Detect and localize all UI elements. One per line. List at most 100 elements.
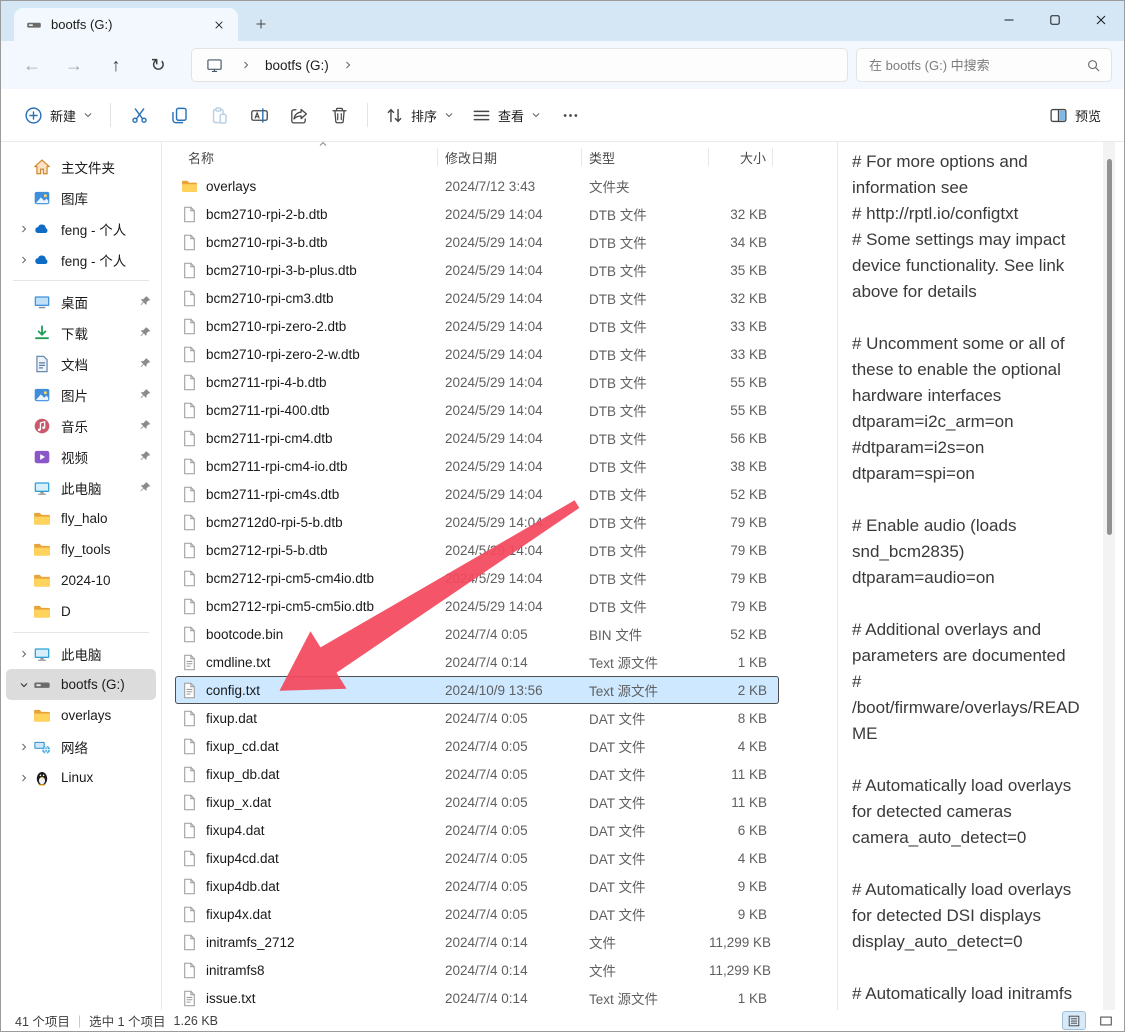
preview-scrollbar-thumb[interactable] xyxy=(1107,159,1112,535)
table-row[interactable]: bcm2710-rpi-3-b.dtb 2024/5/29 14:04 DTB … xyxy=(175,228,779,256)
expand-chevron-icon[interactable] xyxy=(14,649,33,659)
expand-chevron-icon[interactable] xyxy=(14,483,33,493)
expand-chevron-icon[interactable] xyxy=(14,255,33,265)
table-row[interactable]: fixup.dat 2024/7/4 0:05 DAT 文件 8 KB xyxy=(175,704,779,732)
sidebar-item[interactable]: 2024-10 xyxy=(6,565,156,596)
sidebar-item[interactable]: Linux xyxy=(6,762,156,793)
sidebar-item[interactable]: 此电脑 xyxy=(6,638,156,669)
sidebar-item[interactable]: bootfs (G:) xyxy=(6,669,156,700)
table-row[interactable]: initramfs_2712 2024/7/4 0:14 文件 11,299 K… xyxy=(175,928,779,956)
expand-chevron-icon[interactable] xyxy=(14,576,33,586)
expand-chevron-icon[interactable] xyxy=(14,452,33,462)
table-row[interactable]: fixup_db.dat 2024/7/4 0:05 DAT 文件 11 KB xyxy=(175,760,779,788)
sidebar-item[interactable]: fly_halo xyxy=(6,503,156,534)
table-row[interactable]: bcm2710-rpi-zero-2-w.dtb 2024/5/29 14:04… xyxy=(175,340,779,368)
table-row[interactable]: issue.txt 2024/7/4 0:14 Text 源文件 1 KB xyxy=(175,984,779,1010)
table-row[interactable]: bcm2711-rpi-4-b.dtb 2024/5/29 14:04 DTB … xyxy=(175,368,779,396)
column-header-type[interactable]: 类型 xyxy=(582,148,709,166)
close-button[interactable] xyxy=(1078,1,1124,39)
sidebar-item[interactable]: 文档 xyxy=(6,348,156,379)
expand-chevron-icon[interactable] xyxy=(14,421,33,431)
column-header-date[interactable]: 修改日期 xyxy=(438,148,582,166)
column-header-size[interactable]: 大小 xyxy=(709,148,773,166)
sidebar-item[interactable]: 图片 xyxy=(6,379,156,410)
sidebar-item[interactable]: 图库 xyxy=(6,182,156,213)
expand-chevron-icon[interactable] xyxy=(14,224,33,234)
sidebar-item[interactable]: 此电脑 xyxy=(6,472,156,503)
expand-chevron-icon[interactable] xyxy=(14,607,33,617)
preview-toggle-button[interactable]: 预览 xyxy=(1040,99,1110,132)
expand-chevron-icon[interactable] xyxy=(14,193,33,203)
table-row[interactable]: bcm2712d0-rpi-5-b.dtb 2024/5/29 14:04 DT… xyxy=(175,508,779,536)
table-row[interactable]: cmdline.txt 2024/7/4 0:14 Text 源文件 1 KB xyxy=(175,648,779,676)
expand-chevron-icon[interactable] xyxy=(14,390,33,400)
breadcrumb[interactable]: bootfs (G:) xyxy=(261,56,333,75)
sidebar-item[interactable]: 音乐 xyxy=(6,410,156,441)
sidebar-item[interactable]: feng - 个人 xyxy=(6,244,156,275)
minimize-button[interactable] xyxy=(986,1,1032,39)
search-box[interactable] xyxy=(856,48,1112,82)
sidebar-item[interactable]: D xyxy=(6,596,156,627)
search-input[interactable] xyxy=(867,57,1080,74)
new-tab-button[interactable] xyxy=(244,9,278,39)
thumbnail-view-button[interactable] xyxy=(1094,1011,1118,1030)
more-button[interactable] xyxy=(550,97,590,133)
column-header-name[interactable]: 名称 xyxy=(181,148,438,166)
copy-button[interactable] xyxy=(159,97,199,133)
sidebar-item[interactable]: 视频 xyxy=(6,441,156,472)
sort-button[interactable]: 排序 xyxy=(376,99,463,132)
sidebar-item[interactable]: overlays xyxy=(6,700,156,731)
table-row[interactable]: bcm2711-rpi-cm4.dtb 2024/5/29 14:04 DTB … xyxy=(175,424,779,452)
view-button[interactable]: 查看 xyxy=(463,99,550,132)
up-button[interactable]: ↑ xyxy=(95,47,137,83)
address-bar[interactable]: bootfs (G:) xyxy=(191,48,848,82)
expand-chevron-icon[interactable] xyxy=(14,297,33,307)
expand-chevron-icon[interactable] xyxy=(14,162,33,172)
back-button[interactable]: ← xyxy=(11,47,53,83)
table-row[interactable]: bcm2710-rpi-2-b.dtb 2024/5/29 14:04 DTB … xyxy=(175,200,779,228)
table-row[interactable]: bcm2710-rpi-3-b-plus.dtb 2024/5/29 14:04… xyxy=(175,256,779,284)
table-row[interactable]: bcm2710-rpi-cm3.dtb 2024/5/29 14:04 DTB … xyxy=(175,284,779,312)
table-row[interactable]: bcm2711-rpi-cm4-io.dtb 2024/5/29 14:04 D… xyxy=(175,452,779,480)
expand-chevron-icon[interactable] xyxy=(14,742,33,752)
expand-chevron-icon[interactable] xyxy=(14,514,33,524)
expand-chevron-icon[interactable] xyxy=(14,711,33,721)
maximize-button[interactable] xyxy=(1032,1,1078,39)
sidebar-item[interactable]: 下载 xyxy=(6,317,156,348)
table-row[interactable]: fixup_cd.dat 2024/7/4 0:05 DAT 文件 4 KB xyxy=(175,732,779,760)
table-row[interactable]: bcm2712-rpi-cm5-cm4io.dtb 2024/5/29 14:0… xyxy=(175,564,779,592)
table-row[interactable]: bootcode.bin 2024/7/4 0:05 BIN 文件 52 KB xyxy=(175,620,779,648)
expand-chevron-icon[interactable] xyxy=(14,359,33,369)
table-row[interactable]: overlays 2024/7/12 3:43 文件夹 xyxy=(175,172,779,200)
tab-bootfs[interactable]: bootfs (G:) xyxy=(14,8,238,41)
delete-button[interactable] xyxy=(319,97,359,133)
table-row[interactable]: config.txt 2024/10/9 13:56 Text 源文件 2 KB xyxy=(175,676,779,704)
table-row[interactable]: bcm2711-rpi-cm4s.dtb 2024/5/29 14:04 DTB… xyxy=(175,480,779,508)
refresh-button[interactable]: ↻ xyxy=(137,47,179,83)
details-view-button[interactable] xyxy=(1062,1011,1086,1030)
tab-close-button[interactable] xyxy=(208,14,230,36)
sidebar-item[interactable]: 网络 xyxy=(6,731,156,762)
table-row[interactable]: fixup_x.dat 2024/7/4 0:05 DAT 文件 11 KB xyxy=(175,788,779,816)
sidebar-item[interactable]: fly_tools xyxy=(6,534,156,565)
table-row[interactable]: initramfs8 2024/7/4 0:14 文件 11,299 KB xyxy=(175,956,779,984)
share-button[interactable] xyxy=(279,97,319,133)
expand-chevron-icon[interactable] xyxy=(14,680,33,690)
expand-chevron-icon[interactable] xyxy=(14,773,33,783)
table-row[interactable]: fixup4db.dat 2024/7/4 0:05 DAT 文件 9 KB xyxy=(175,872,779,900)
sidebar-item[interactable]: 主文件夹 xyxy=(6,151,156,182)
sidebar-item[interactable]: 桌面 xyxy=(6,286,156,317)
expand-chevron-icon[interactable] xyxy=(14,545,33,555)
paste-button[interactable] xyxy=(199,97,239,133)
sidebar-item[interactable]: feng - 个人 xyxy=(6,213,156,244)
expand-chevron-icon[interactable] xyxy=(14,328,33,338)
table-row[interactable]: fixup4x.dat 2024/7/4 0:05 DAT 文件 9 KB xyxy=(175,900,779,928)
sidebar-item[interactable] xyxy=(13,280,149,281)
table-row[interactable]: fixup4.dat 2024/7/4 0:05 DAT 文件 6 KB xyxy=(175,816,779,844)
rename-button[interactable] xyxy=(239,97,279,133)
table-row[interactable]: bcm2712-rpi-cm5-cm5io.dtb 2024/5/29 14:0… xyxy=(175,592,779,620)
new-button[interactable]: 新建 xyxy=(15,99,102,132)
table-row[interactable]: bcm2710-rpi-zero-2.dtb 2024/5/29 14:04 D… xyxy=(175,312,779,340)
table-row[interactable]: bcm2711-rpi-400.dtb 2024/5/29 14:04 DTB … xyxy=(175,396,779,424)
forward-button[interactable]: → xyxy=(53,47,95,83)
